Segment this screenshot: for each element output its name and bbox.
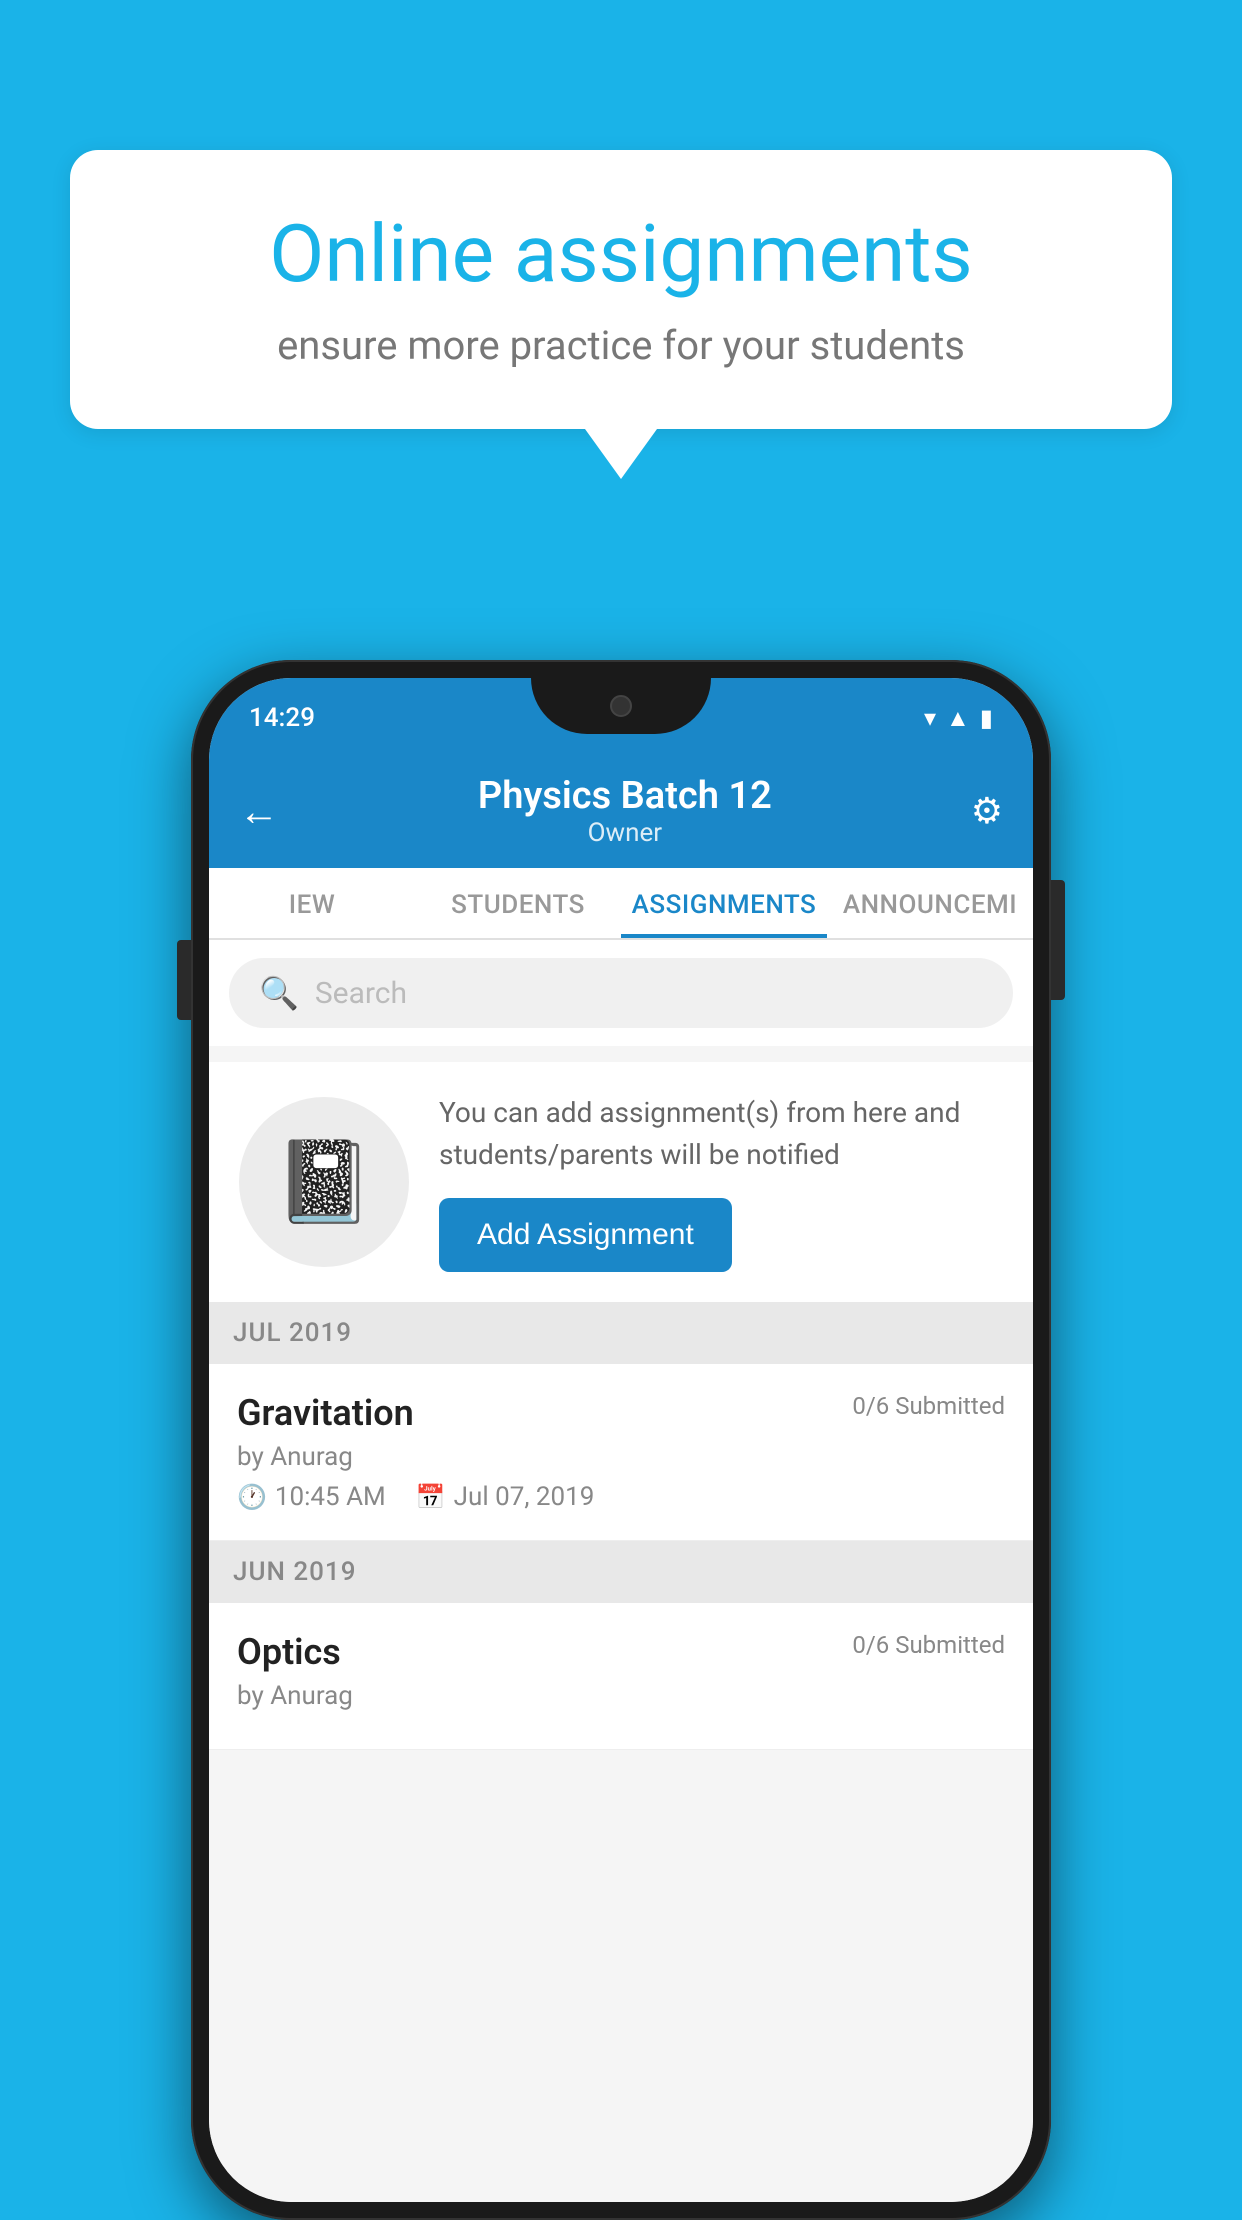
back-button[interactable]: ←: [239, 788, 279, 835]
assignment-title-gravitation: Gravitation: [237, 1392, 414, 1434]
add-assignment-promo: 📓 You can add assignment(s) from here an…: [209, 1062, 1033, 1302]
assignment-item-gravitation[interactable]: Gravitation 0/6 Submitted by Anurag 🕐 10…: [209, 1364, 1033, 1541]
search-bar[interactable]: 🔍 Search: [229, 958, 1013, 1028]
status-icons: ▾ ▲ ▮: [924, 704, 993, 733]
section-header-jul: JUL 2019: [209, 1302, 1033, 1364]
calendar-icon: 📅: [416, 1483, 446, 1511]
meta-time-value: 10:45 AM: [275, 1482, 386, 1512]
speech-bubble-card: Online assignments ensure more practice …: [70, 150, 1172, 429]
section-header-jun: JUN 2019: [209, 1541, 1033, 1603]
search-bar-wrapper: 🔍 Search: [209, 940, 1033, 1046]
tab-assignments[interactable]: ASSIGNMENTS: [621, 868, 827, 938]
speech-bubble-subtitle: ensure more practice for your students: [140, 322, 1102, 369]
meta-date-value: Jul 07, 2019: [454, 1482, 595, 1512]
assignment-item-optics[interactable]: Optics 0/6 Submitted by Anurag: [209, 1603, 1033, 1750]
speech-bubble-section: Online assignments ensure more practice …: [70, 150, 1172, 479]
speech-bubble-arrow: [585, 429, 657, 479]
tab-students[interactable]: STUDENTS: [415, 868, 621, 938]
phone-notch: [531, 678, 711, 734]
header-title: Physics Batch 12: [478, 774, 772, 818]
wifi-icon: ▾: [924, 704, 936, 732]
assignment-submitted-gravitation: 0/6 Submitted: [852, 1392, 1005, 1420]
search-icon: 🔍: [259, 974, 299, 1012]
settings-button[interactable]: ⚙: [971, 790, 1003, 832]
phone-screen: 14:29 ▾ ▲ ▮ ← Physics Batch 12 Owner ⚙: [209, 678, 1033, 2202]
promo-description: You can add assignment(s) from here and …: [439, 1092, 1003, 1176]
add-assignment-button[interactable]: Add Assignment: [439, 1198, 732, 1272]
promo-text-group: You can add assignment(s) from here and …: [439, 1092, 1003, 1272]
assignment-title-optics: Optics: [237, 1631, 341, 1673]
signal-icon: ▲: [946, 704, 970, 733]
promo-icon-circle: 📓: [239, 1097, 409, 1267]
speech-bubble-title: Online assignments: [140, 210, 1102, 298]
tabs-bar: IEW STUDENTS ASSIGNMENTS ANNOUNCEMI: [209, 868, 1033, 940]
content-area: 🔍 Search 📓 You can add assignment(s) fro…: [209, 940, 1033, 2202]
tab-announcements[interactable]: ANNOUNCEMI: [827, 868, 1033, 938]
tab-iew[interactable]: IEW: [209, 868, 415, 938]
header-title-group: Physics Batch 12 Owner: [478, 774, 772, 848]
assignment-top-row-optics: Optics 0/6 Submitted: [237, 1631, 1005, 1673]
assignment-author-optics: by Anurag: [237, 1681, 1005, 1711]
clock-icon: 🕐: [237, 1483, 267, 1511]
status-time: 14:29: [249, 703, 315, 733]
phone-mockup: 14:29 ▾ ▲ ▮ ← Physics Batch 12 Owner ⚙: [191, 660, 1051, 2220]
assignment-author-gravitation: by Anurag: [237, 1442, 1005, 1472]
app-header: ← Physics Batch 12 Owner ⚙: [209, 758, 1033, 868]
header-subtitle: Owner: [478, 818, 772, 848]
search-placeholder: Search: [315, 976, 407, 1011]
phone-body: 14:29 ▾ ▲ ▮ ← Physics Batch 12 Owner ⚙: [191, 660, 1051, 2220]
assignment-top-row: Gravitation 0/6 Submitted: [237, 1392, 1005, 1434]
camera-dot: [610, 695, 632, 717]
meta-time-gravitation: 🕐 10:45 AM: [237, 1482, 386, 1512]
status-bar: 14:29 ▾ ▲ ▮: [209, 678, 1033, 758]
assignment-meta-gravitation: 🕐 10:45 AM 📅 Jul 07, 2019: [237, 1482, 1005, 1512]
assignment-submitted-optics: 0/6 Submitted: [852, 1631, 1005, 1659]
battery-icon: ▮: [980, 704, 993, 732]
notebook-icon: 📓: [274, 1135, 374, 1229]
meta-date-gravitation: 📅 Jul 07, 2019: [416, 1482, 595, 1512]
